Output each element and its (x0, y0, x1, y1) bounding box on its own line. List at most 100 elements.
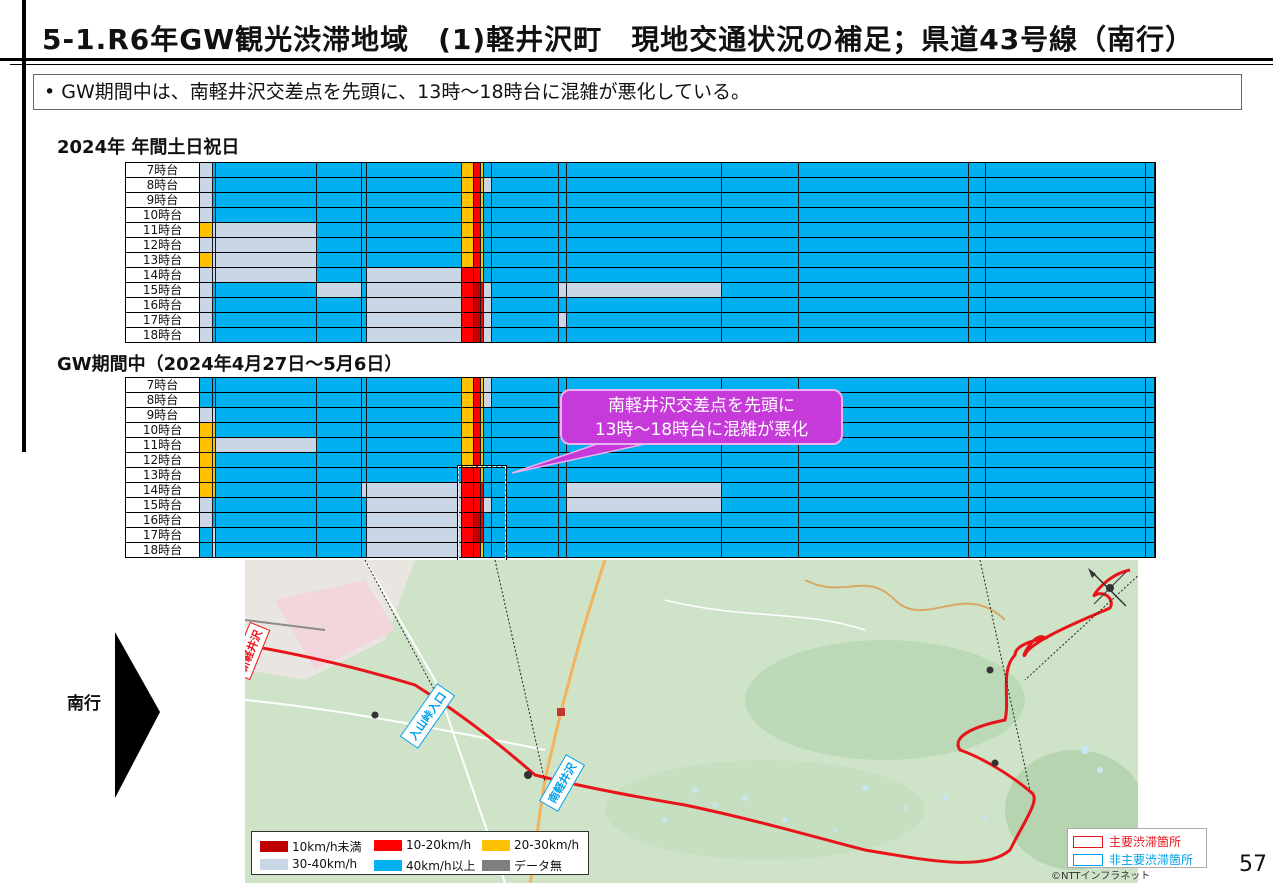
gw-row: 13時台 (126, 468, 1155, 482)
annual-row: 16時台 (126, 298, 1155, 312)
speed-cell (799, 193, 969, 207)
speed-cell (1146, 393, 1155, 407)
hour-label: 9時台 (126, 408, 200, 422)
speed-cell (200, 238, 213, 252)
speed-cell (462, 238, 474, 252)
speed-cell (969, 543, 986, 557)
speed-cell (216, 453, 317, 467)
speed-cell (969, 453, 986, 467)
speed-cell (492, 393, 559, 407)
speed-cell (799, 468, 969, 482)
speed-cell (462, 423, 474, 437)
speed-cell (484, 238, 492, 252)
annual-row: 11時台 (126, 223, 1155, 237)
speed-cell (567, 268, 722, 282)
gw-row: 12時台 (126, 453, 1155, 467)
speed-cell (559, 208, 567, 222)
speed-cell (462, 283, 474, 297)
speed-cell (200, 513, 213, 527)
speed-cell (492, 408, 559, 422)
speed-cell (567, 543, 722, 557)
speed-cell (462, 298, 474, 312)
speed-cell (474, 268, 481, 282)
speed-cell (474, 253, 481, 267)
speed-cell (216, 438, 317, 452)
speed-cell (317, 268, 362, 282)
speed-cell (216, 378, 317, 392)
speed-cell (567, 453, 722, 467)
page-number: 57 (1239, 852, 1267, 877)
speed-cell (317, 193, 362, 207)
hour-label: 16時台 (126, 298, 200, 312)
speed-cell (317, 438, 362, 452)
summary-box: • GW期間中は、南軽井沢交差点を先頭に、13時〜18時台に混雑が悪化している。 (33, 74, 1242, 110)
speed-cell (216, 193, 317, 207)
speed-cell (367, 393, 462, 407)
speed-cell (317, 483, 362, 497)
speed-cell (484, 298, 492, 312)
speed-cell (567, 468, 722, 482)
speed-cell (200, 208, 213, 222)
speed-cell (492, 328, 559, 342)
annual-row: 7時台 (126, 163, 1155, 177)
speed-cell (200, 408, 213, 422)
speed-cell (474, 298, 481, 312)
speed-cell (367, 298, 462, 312)
speed-cell (492, 438, 559, 452)
speed-cell (986, 468, 1146, 482)
speed-cell (492, 298, 559, 312)
speed-cell (1146, 423, 1155, 437)
hour-label: 18時台 (126, 328, 200, 342)
speed-cell (986, 178, 1146, 192)
speed-cell (722, 298, 799, 312)
speed-cell (969, 178, 986, 192)
speed-cell (216, 238, 317, 252)
speed-cell (799, 178, 969, 192)
speed-cell (969, 328, 986, 342)
speed-cell (799, 328, 969, 342)
speed-cell (492, 178, 559, 192)
speed-cell (567, 208, 722, 222)
speed-cell (722, 208, 799, 222)
speed-cell (317, 378, 362, 392)
speed-cell (1146, 268, 1155, 282)
speed-cell (462, 313, 474, 327)
speed-cell (474, 283, 481, 297)
speed-cell (484, 438, 492, 452)
title-subrule (10, 64, 1273, 65)
speed-cell (492, 283, 559, 297)
speed-cell (216, 528, 317, 542)
speed-cell (969, 283, 986, 297)
speed-cell (1146, 208, 1155, 222)
speed-cell (1146, 513, 1155, 527)
speed-cell (367, 163, 462, 177)
speed-cell (484, 283, 492, 297)
speed-cell (1146, 313, 1155, 327)
speed-cell (484, 378, 492, 392)
page-title: 5-1.R6年GW観光渋滞地域 (1)軽井沢町 現地交通状況の補足；県道43号線… (42, 23, 1195, 56)
speed-cell (722, 283, 799, 297)
speed-cell (799, 453, 969, 467)
speed-cell (799, 483, 969, 497)
speed-cell (484, 223, 492, 237)
speed-cell (722, 543, 799, 557)
speed-cell (567, 483, 722, 497)
speed-cell (1146, 453, 1155, 467)
speed-cell (367, 328, 462, 342)
speed-cell (492, 193, 559, 207)
legend-item: 10-20km/h (374, 838, 471, 852)
speed-cell (559, 498, 567, 512)
speed-cell (986, 163, 1146, 177)
speed-cell (559, 268, 567, 282)
speed-cell (492, 453, 559, 467)
speed-cell (367, 483, 462, 497)
speed-cell (969, 468, 986, 482)
hour-label: 13時台 (126, 253, 200, 267)
speed-cell (474, 238, 481, 252)
speed-cell (969, 408, 986, 422)
speed-cell (200, 453, 213, 467)
speed-cell (216, 468, 317, 482)
speed-cell (200, 298, 213, 312)
speed-cell (484, 193, 492, 207)
speed-cell (200, 193, 213, 207)
